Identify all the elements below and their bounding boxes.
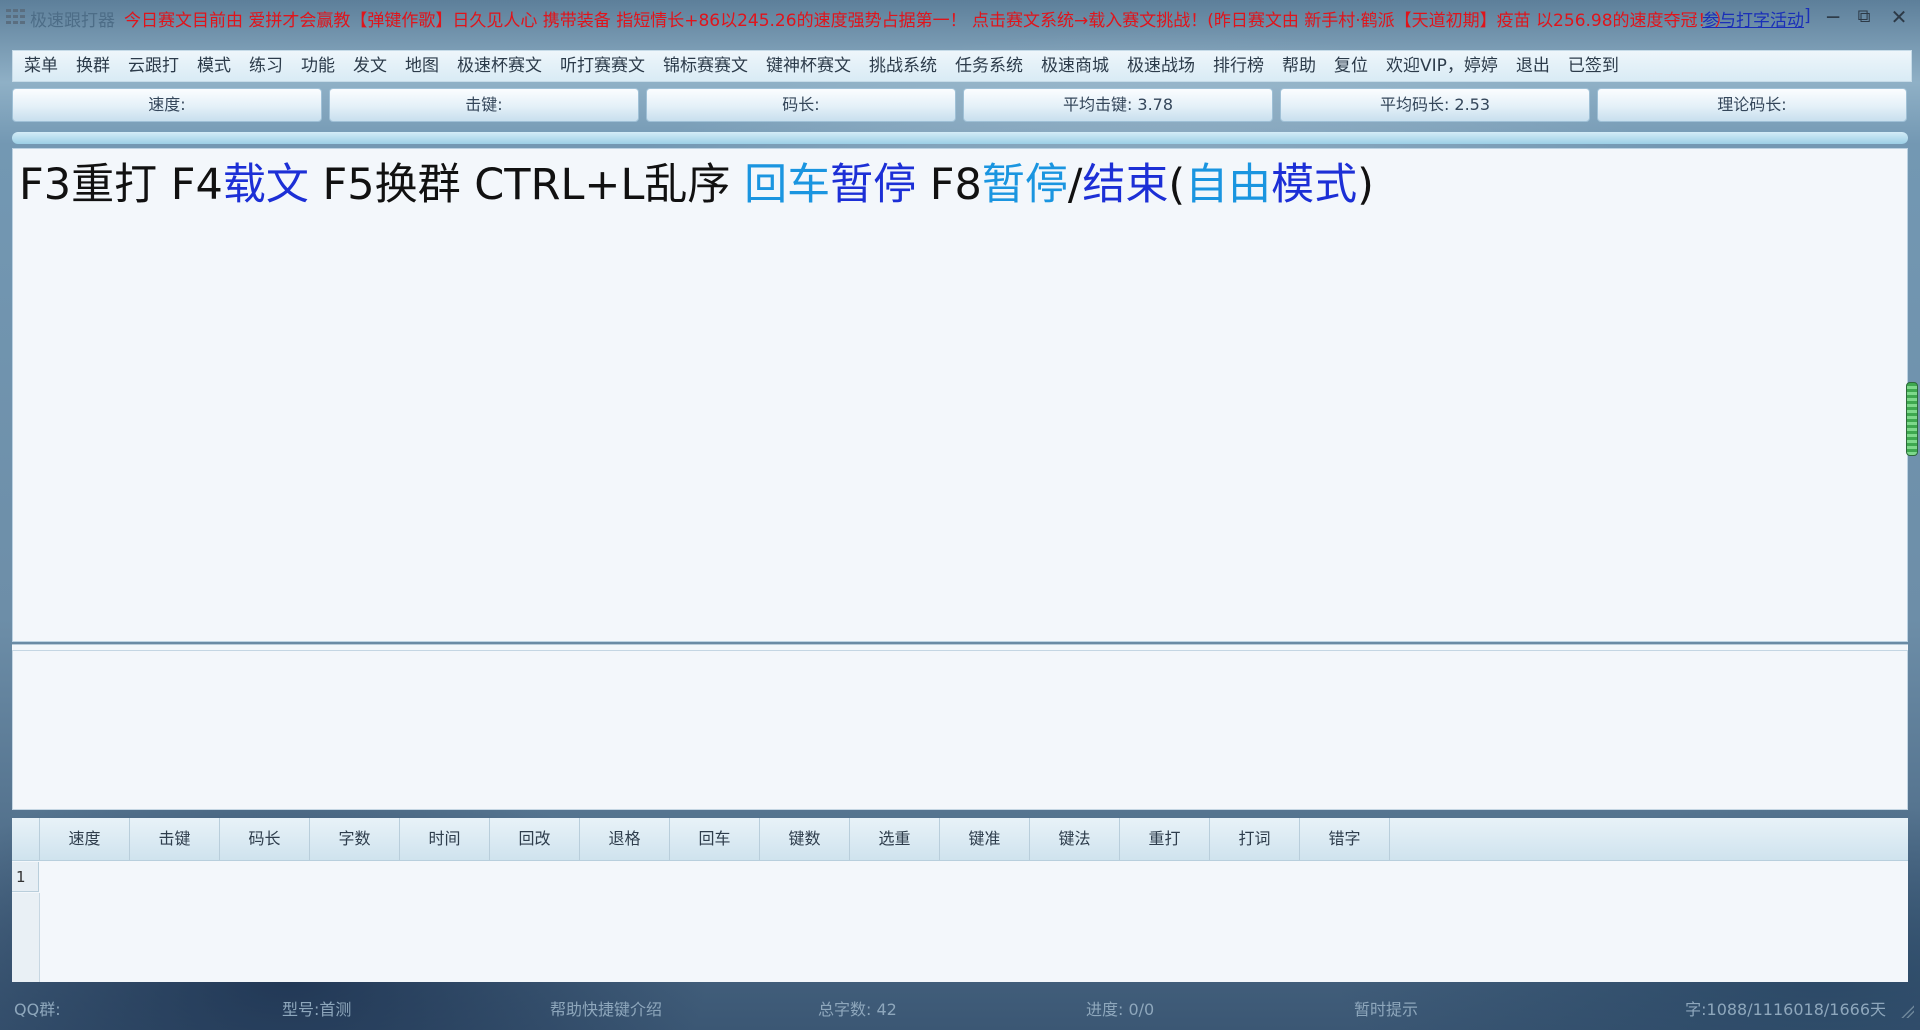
results-header-row: 速度 击键 码长 字数 时间 回改 退格 回车 键数 选重 键准 键法 重打 打词 错字 (12, 818, 1908, 861)
menu-item[interactable]: 极速商城 (1032, 51, 1118, 81)
hint-text: 载文 (222, 160, 309, 210)
typing-input-area[interactable] (12, 650, 1908, 810)
column-header[interactable]: 回车 (670, 818, 760, 860)
table-row-number[interactable]: 1 (12, 862, 39, 892)
progress-label: 进度: 0/0 (1086, 1000, 1155, 1019)
column-header[interactable]: 打词 (1210, 818, 1300, 860)
typing-progress-bar (12, 132, 1908, 144)
status-bar: QQ群: 型号:首测 帮助快捷键介绍 总字数: 42 进度: 0/0 暂时提示 … (0, 990, 1920, 1024)
menu-item[interactable]: 地图 (396, 51, 448, 81)
column-header[interactable]: 错字 (1300, 818, 1390, 860)
menu-item[interactable]: 键神杯赛文 (757, 51, 860, 81)
column-header[interactable]: 时间 (400, 818, 490, 860)
link-bracket: ] (1804, 6, 1811, 26)
total-chars-label: 总字数: 42 (818, 1000, 897, 1019)
menu-item[interactable]: 练习 (240, 51, 292, 81)
avg-keystroke-stat: 平均击键: 3.78 (963, 88, 1273, 122)
code-length-stat: 码长: (646, 88, 956, 122)
menu-item[interactable]: 听打赛赛文 (551, 51, 654, 81)
menu-item[interactable]: 模式 (188, 51, 240, 81)
column-header[interactable]: 击键 (130, 818, 220, 860)
join-typing-activity-link[interactable]: 参与打字活动 (1702, 6, 1804, 31)
app-title: 极速跟打器 (30, 11, 115, 31)
column-header[interactable]: 速度 (40, 818, 130, 860)
tip-label: 暂时提示 (1354, 1000, 1419, 1019)
menu-item[interactable]: 菜单 (15, 51, 67, 81)
column-header[interactable]: 字数 (310, 818, 400, 860)
status-item: 型号:首测 (282, 1000, 352, 1019)
table-corner (12, 818, 40, 860)
menu-item[interactable]: 退出 (1507, 51, 1559, 81)
menu-item[interactable]: 云跟打 (119, 51, 188, 81)
theory-code-length-stat: 理论码长: (1597, 88, 1907, 122)
keystroke-stat: 击键: (329, 88, 639, 122)
restore-button[interactable]: ⧉ (1849, 4, 1879, 30)
column-header[interactable]: 键数 (760, 818, 850, 860)
hint-text: 自由 (1185, 160, 1272, 210)
hint-text: 回车 (744, 160, 831, 210)
menu-bar: 菜单 换群 云跟打 模式 练习 功能 发文 地图 极速杯赛文 听打赛赛文 锦标赛赛文 键神杯赛文 挑战系… (12, 50, 1912, 82)
results-table: 速度 击键 码长 字数 时间 回改 退格 回车 键数 选重 键准 键法 重打 打词 错字 1 (12, 818, 1908, 982)
qq-group-label: QQ群: (14, 1000, 61, 1019)
hint-text: F3重打 F4 (19, 160, 223, 210)
menu-item[interactable]: 帮助 (1273, 51, 1325, 81)
menu-item[interactable]: 已签到 (1559, 51, 1628, 81)
row-header-gutter (12, 893, 40, 982)
shortcut-hint-line: F3重打 F4载文 F5换群 CTRL+L乱序 回车暂停 F8暂停/结束(自由模… (19, 159, 1374, 211)
stats-bar: 速度: 击键: 码长: 平均击键: 3.78 平均码长: 2.53 理论码长: (12, 88, 1908, 122)
column-header[interactable]: 键准 (940, 818, 1030, 860)
hint-text: 模式 (1271, 160, 1358, 210)
hint-text: F5换群 CTRL+L乱序 (308, 160, 745, 210)
column-header[interactable]: 码长 (220, 818, 310, 860)
speed-stat: 速度: (12, 88, 322, 122)
race-announcement-marquee: 今日赛文目前由 爱拼才会赢教【弹键作歌】日久见人心 携带装备 指短情长+86以2… (124, 11, 1732, 31)
char-counter: 字:1088/1116018/1666天 (1685, 1000, 1886, 1019)
column-header[interactable]: 回改 (490, 818, 580, 860)
resize-grip-icon[interactable] (1900, 1004, 1914, 1018)
hint-text: / (1067, 160, 1083, 210)
shortcut-intro-link[interactable]: 帮助快捷键介绍 (550, 996, 662, 1020)
hint-text: F8 (916, 160, 982, 210)
close-button[interactable]: ✕ (1884, 4, 1914, 30)
column-header[interactable]: 重打 (1120, 818, 1210, 860)
hint-text: 暂停 (981, 160, 1068, 210)
menu-item[interactable]: 复位 (1325, 51, 1377, 81)
avg-code-length-stat: 平均码长: 2.53 (1280, 88, 1590, 122)
hint-text: ) (1357, 160, 1374, 210)
column-header[interactable]: 退格 (580, 818, 670, 860)
scrollbar-thumb[interactable] (1906, 382, 1918, 456)
menu-item[interactable]: 挑战系统 (860, 51, 946, 81)
menu-item[interactable]: 极速杯赛文 (448, 51, 551, 81)
minimize-button[interactable]: ─ (1818, 4, 1848, 30)
menu-item[interactable]: 排行榜 (1204, 51, 1273, 81)
menu-item[interactable]: 换群 (67, 51, 119, 81)
hint-text: 暂停 (830, 160, 917, 210)
article-text-area[interactable]: F3重打 F4载文 F5换群 CTRL+L乱序 回车暂停 F8暂停/结束(自由模… (12, 148, 1908, 642)
menu-item[interactable]: 任务系统 (946, 51, 1032, 81)
app-menu-icon[interactable] (6, 9, 26, 25)
hint-text: ( (1168, 160, 1186, 210)
menu-item[interactable]: 功能 (292, 51, 344, 81)
menu-item[interactable]: 极速战场 (1118, 51, 1204, 81)
hint-text: 结束 (1082, 160, 1169, 210)
menu-item[interactable]: 欢迎VIP，婷婷 (1377, 51, 1507, 81)
menu-item[interactable]: 锦标赛赛文 (654, 51, 757, 81)
title-bar: 极速跟打器 今日赛文目前由 爱拼才会赢教【弹键作歌】日久见人心 携带装备 指短情… (0, 0, 1920, 34)
column-header[interactable]: 选重 (850, 818, 940, 860)
column-header[interactable]: 键法 (1030, 818, 1120, 860)
menu-item[interactable]: 发文 (344, 51, 396, 81)
